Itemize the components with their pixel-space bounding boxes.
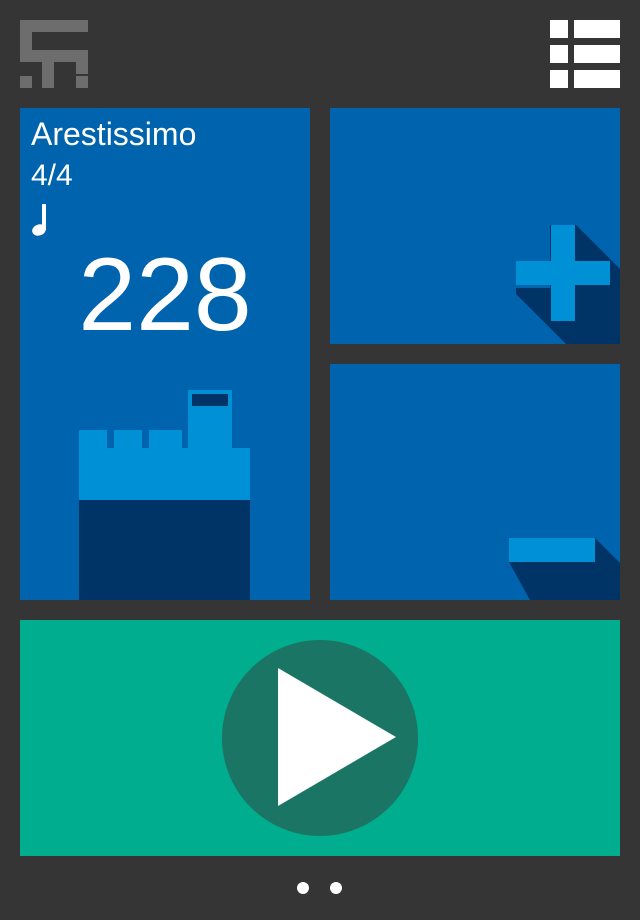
time-signature: 4/4	[31, 159, 73, 192]
tempo-name: Arestissimo	[31, 116, 197, 152]
page-dot-1[interactable]	[297, 882, 309, 894]
play-icon	[222, 640, 418, 836]
st-logo-icon	[20, 20, 88, 88]
decrease-tempo-button[interactable]	[330, 364, 620, 600]
minus-icon	[509, 538, 620, 600]
quarter-note-icon	[32, 204, 46, 236]
list-menu-icon	[550, 20, 620, 88]
bpm-value: 228	[78, 237, 252, 353]
menu-button[interactable]	[550, 20, 620, 88]
play-button[interactable]	[20, 620, 620, 856]
increase-tempo-button[interactable]	[330, 108, 620, 344]
plus-icon	[516, 225, 620, 344]
tempo-tile[interactable]: Arestissimo 4/4 228	[20, 108, 310, 600]
page-dot-2[interactable]	[330, 882, 342, 894]
app-logo	[20, 20, 88, 88]
page-indicator	[0, 878, 640, 898]
